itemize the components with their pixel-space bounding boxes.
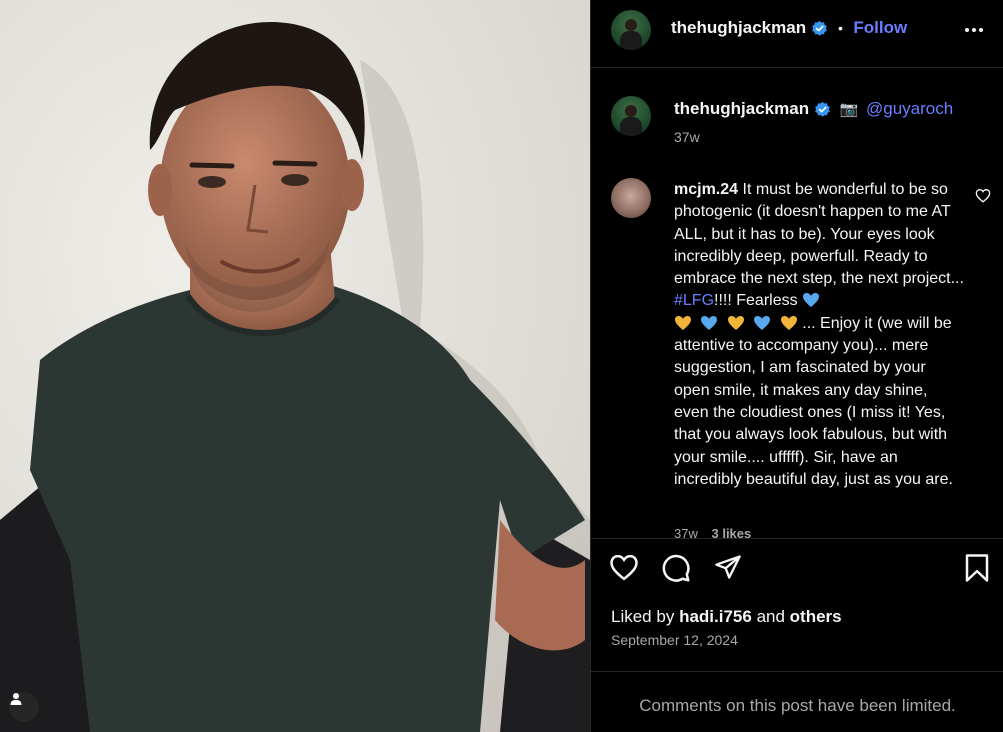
yellow-heart-icon [727,315,744,330]
portrait-photo [0,0,590,732]
like-button[interactable] [609,553,639,586]
camera-icon: 📷 [839,101,859,118]
save-button[interactable] [963,553,991,588]
user-tag-button[interactable] [9,692,39,722]
comments-limited-notice: Comments on this post have been limited. [639,696,956,715]
commenter-avatar[interactable] [611,178,651,218]
caption-username[interactable]: thehughjackman [674,99,809,118]
blue-heart-icon [754,315,771,330]
comment-like-button[interactable] [975,188,991,208]
liked-by-line: Liked by hadi.i756 and others [611,607,842,627]
blue-heart-icon [701,315,718,330]
author-avatar[interactable] [611,10,651,50]
liked-by-others[interactable]: others [790,607,842,626]
comment-button[interactable] [661,553,691,588]
more-options-button[interactable] [962,18,986,47]
separator-dot: • [838,20,843,36]
author-username[interactable]: thehughjackman [671,18,806,37]
heart-icon [610,554,638,581]
comment-text-2: !!!! Fearless [714,292,798,310]
commenter-username[interactable]: mcjm.24 [674,181,738,198]
comment-meta: 37w 3 likes [674,526,751,538]
action-bar [609,553,993,587]
follow-button[interactable]: Follow [853,18,907,37]
comments-area[interactable]: thehughjackman 📷 @guyaroch 37w mcjm.24 I… [591,68,1003,538]
caption-avatar[interactable] [611,96,651,136]
hashtag-link[interactable]: #LFG [674,292,714,309]
heart-icon [975,189,991,203]
liked-by-and: and [756,607,785,626]
comment-likes[interactable]: 3 likes [711,526,751,538]
verified-badge-icon [811,21,827,37]
user-tag-icon [10,693,22,705]
verified-badge-icon [814,101,830,117]
blue-heart-icon [803,293,820,308]
yellow-heart-icon [675,315,691,330]
share-icon [715,555,741,579]
divider [591,538,1003,539]
liked-by-user[interactable]: hadi.i756 [679,607,752,626]
save-icon [965,554,989,582]
post-image[interactable] [0,0,590,732]
post-header: thehughjackman • Follow [591,0,1003,68]
comment-age: 37w [674,526,698,538]
comment-icon [662,554,690,582]
divider [591,671,1003,672]
photographer-mention-link[interactable]: @guyaroch [866,99,953,118]
share-button[interactable] [713,553,743,586]
post-details-panel: thehughjackman • Follow thehughjackman 📷… [590,0,1003,732]
yellow-heart-icon [780,315,797,330]
more-options-icon [965,28,983,32]
comment-text-3: ... Enjoy it (we will be attentive to ac… [674,314,953,488]
comment-body: mcjm.24 It must be wonderful to be so ph… [674,179,964,491]
liked-by-prefix: Liked by [611,607,675,626]
caption-age: 37w [674,129,700,145]
post-date[interactable]: September 12, 2024 [611,632,738,648]
